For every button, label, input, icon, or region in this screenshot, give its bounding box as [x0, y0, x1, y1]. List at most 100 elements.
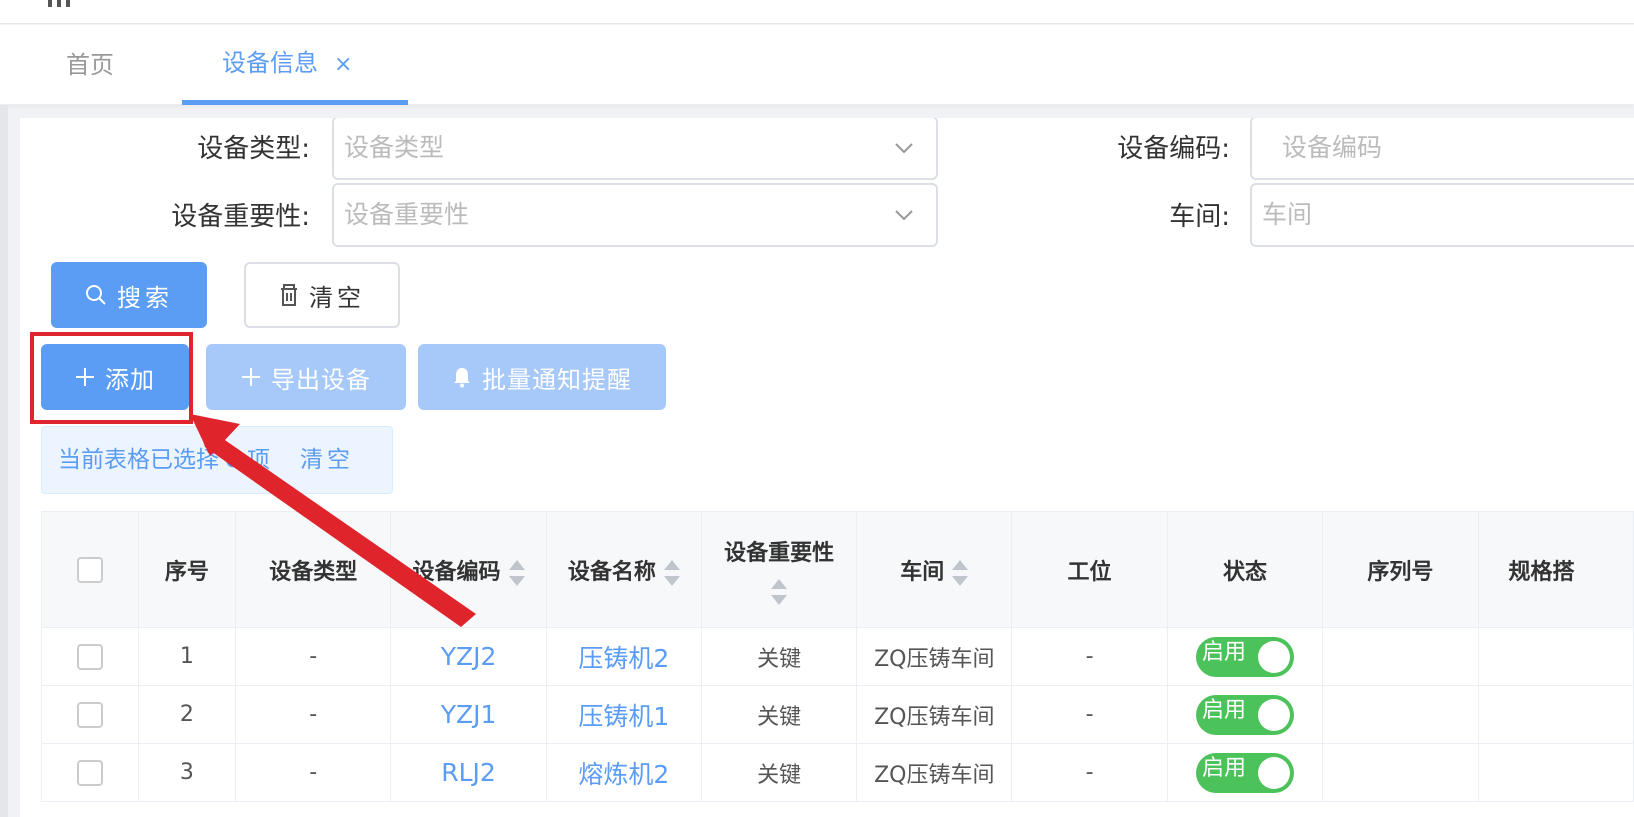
close-icon[interactable]: × — [334, 52, 352, 77]
header-name[interactable]: 设备名称 — [545, 511, 702, 628]
cell-station: - — [1011, 685, 1168, 744]
device-code-input[interactable]: 设备编码 — [1250, 118, 1634, 180]
cell-name-link[interactable]: 压铸机1 — [545, 685, 702, 744]
chevron-down-icon — [895, 210, 913, 221]
device-code-label: 设备编码: — [1117, 134, 1230, 164]
cell-importance: 关键 — [700, 743, 858, 802]
row-select[interactable] — [41, 685, 139, 744]
row-select[interactable] — [41, 743, 139, 802]
row-checkbox[interactable] — [76, 759, 103, 786]
cell-workshop: ZQ压铸车间 — [856, 743, 1013, 802]
cell-status: 启用 — [1166, 685, 1324, 744]
chevron-down-icon — [895, 143, 913, 154]
status-toggle[interactable]: 启用 — [1195, 752, 1294, 793]
batch-notify-button[interactable]: 批量通知提醒 — [418, 344, 666, 410]
header-name-label: 设备名称 — [567, 559, 656, 585]
cell-serial — [1322, 743, 1479, 802]
sort-icon[interactable] — [663, 559, 680, 586]
row-select[interactable] — [41, 627, 139, 686]
device-table: 序号 设备类型 设备编码 设备名称 设备重要性 车间 工位 状态 序列号 规格搭… — [41, 511, 1634, 802]
sort-icon[interactable] — [508, 559, 525, 586]
header-serial: 序列号 — [1322, 511, 1479, 628]
sort-icon[interactable] — [952, 559, 969, 586]
table-header-row: 序号 设备类型 设备编码 设备名称 设备重要性 车间 工位 状态 序列号 规格搭 — [41, 511, 1634, 628]
sort-icon[interactable] — [771, 578, 788, 605]
cell-index: 3 — [137, 743, 237, 802]
clear-button[interactable]: 清空 — [244, 262, 400, 328]
row-checkbox[interactable] — [76, 701, 103, 728]
cell-spec — [1477, 685, 1634, 744]
tab-device-info[interactable]: 设备信息 × — [182, 25, 408, 105]
workshop-placeholder: 车间 — [1262, 200, 1313, 229]
cell-type: - — [235, 685, 392, 744]
cell-workshop: ZQ压铸车间 — [856, 685, 1013, 744]
search-button-label: 搜索 — [117, 283, 173, 312]
header-index: 序号 — [137, 511, 237, 628]
header-importance[interactable]: 设备重要性 — [700, 511, 858, 628]
header-code[interactable]: 设备编码 — [390, 511, 547, 628]
header-station: 工位 — [1011, 511, 1168, 628]
selection-info-bar: 当前表格已选择 0 项 清空 — [41, 426, 393, 494]
header-type: 设备类型 — [235, 511, 392, 628]
selection-clear-link[interactable]: 清空 — [300, 447, 354, 473]
select-all-checkbox[interactable] — [76, 556, 103, 583]
selection-prefix: 当前表格已选择 — [58, 447, 219, 473]
toggle-knob — [1257, 640, 1290, 673]
header-workshop-label: 车间 — [900, 559, 945, 585]
cell-index: 2 — [137, 685, 237, 744]
highlight-box — [30, 332, 193, 424]
menu-icon[interactable] — [48, 0, 76, 7]
header-select-all[interactable] — [41, 511, 139, 628]
cell-spec — [1477, 627, 1634, 686]
device-importance-label: 设备重要性: — [171, 202, 310, 232]
status-toggle-label: 启用 — [1201, 755, 1246, 781]
trash-icon — [279, 284, 299, 306]
plus-icon — [241, 367, 261, 387]
selection-count: 0 — [225, 447, 242, 473]
workshop-input[interactable]: 车间 — [1250, 183, 1634, 247]
status-toggle-label: 启用 — [1201, 697, 1246, 723]
header-workshop[interactable]: 车间 — [856, 511, 1013, 628]
tab-home[interactable]: 首页 — [66, 25, 114, 105]
workshop-label: 车间: — [1169, 202, 1230, 232]
export-devices-label: 导出设备 — [271, 365, 371, 394]
cell-name-link[interactable]: 熔炼机2 — [545, 743, 702, 802]
device-type-label: 设备类型: — [197, 134, 310, 164]
header-status: 状态 — [1166, 511, 1324, 628]
cell-type: - — [235, 627, 392, 686]
header-spec: 规格搭 — [1477, 511, 1634, 628]
status-toggle[interactable]: 启用 — [1195, 694, 1294, 735]
tab-device-info-label: 设备信息 — [222, 49, 318, 77]
status-toggle[interactable]: 启用 — [1195, 636, 1294, 677]
export-devices-button[interactable]: 导出设备 — [206, 344, 406, 410]
main-panel: 设备类型: 设备类型 设备编码: 设备编码 设备重要性: 设备重要性 车间: 车… — [20, 118, 1634, 817]
tab-bar: 首页 设备信息 × — [0, 25, 1634, 105]
device-importance-select[interactable]: 设备重要性 — [332, 183, 938, 247]
top-bar — [0, 0, 1634, 24]
status-toggle-label: 启用 — [1201, 639, 1246, 665]
device-importance-placeholder: 设备重要性 — [344, 200, 470, 229]
table-row: 1 - YZJ2 压铸机2 关键 ZQ压铸车间 - 启用 — [41, 627, 1634, 686]
cell-code-link[interactable]: YZJ1 — [390, 685, 547, 744]
table-row: 2 - YZJ1 压铸机1 关键 ZQ压铸车间 - 启用 — [41, 685, 1634, 744]
cell-code-link[interactable]: RLJ2 — [390, 743, 547, 802]
cell-serial — [1322, 627, 1479, 686]
search-icon — [85, 284, 107, 306]
cell-spec — [1477, 743, 1634, 802]
batch-notify-label: 批量通知提醒 — [482, 365, 632, 394]
toggle-knob — [1257, 756, 1290, 789]
row-checkbox[interactable] — [76, 643, 103, 670]
cell-name-link[interactable]: 压铸机2 — [545, 627, 702, 686]
device-type-placeholder: 设备类型 — [344, 133, 445, 162]
cell-importance: 关键 — [700, 627, 858, 686]
cell-status: 启用 — [1166, 627, 1324, 686]
device-type-select[interactable]: 设备类型 — [332, 118, 938, 180]
cell-index: 1 — [137, 627, 237, 686]
selection-suffix: 项 — [247, 447, 271, 473]
cell-code-link[interactable]: YZJ2 — [390, 627, 547, 686]
table-row: 3 - RLJ2 熔炼机2 关键 ZQ压铸车间 - 启用 — [41, 743, 1634, 802]
search-button[interactable]: 搜索 — [51, 262, 207, 328]
clear-button-label: 清空 — [309, 283, 365, 312]
header-code-label: 设备编码 — [412, 559, 501, 585]
left-shade — [0, 105, 8, 817]
